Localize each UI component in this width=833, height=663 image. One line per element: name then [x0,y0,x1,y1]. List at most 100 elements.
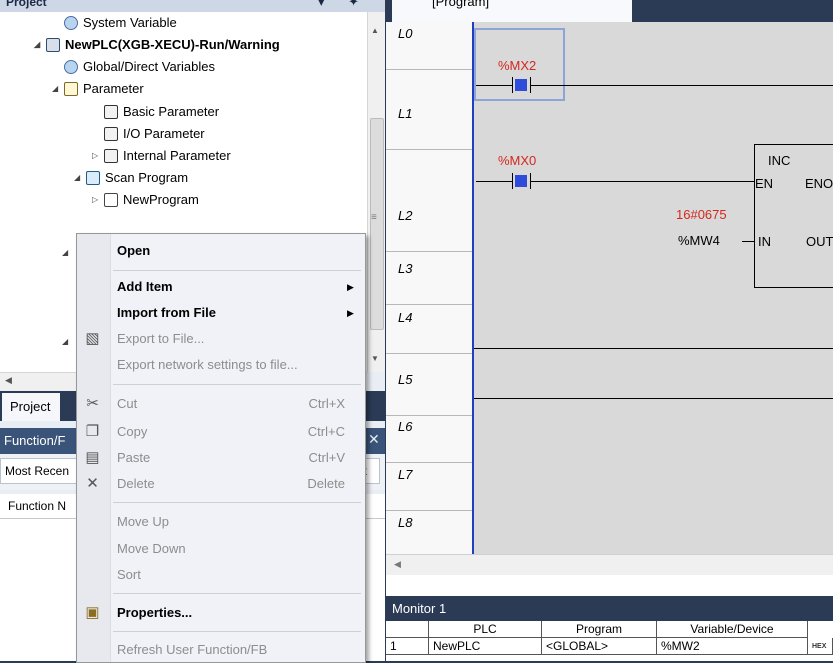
pin-eno: ENO [805,176,833,191]
scissors-icon: ✂ [86,395,99,412]
wire [531,181,754,182]
tree-item-label: Internal Parameter [123,148,231,163]
tree-item-internal-parameter[interactable]: ▷ Internal Parameter [92,145,231,167]
monitor-titlebar: Monitor 1 [386,598,833,620]
tree-item-label: System Variable [83,15,177,30]
row-header[interactable]: L8 [386,511,472,559]
column-variable-device[interactable]: Variable/Device [657,621,808,638]
tree-item-new-program[interactable]: ▷ NewProgram [92,189,199,211]
input-variable[interactable]: %MW4 [678,233,720,248]
normally-open-contact-icon[interactable] [515,79,527,91]
tree-item-parameter[interactable]: ◢ Parameter [52,78,144,100]
menu-item-paste[interactable]: ▤ Paste Ctrl+V [77,445,365,471]
tree-item-basic-parameter[interactable]: Basic Parameter [104,101,219,123]
tree-item-label: Scan Program [105,170,189,185]
scroll-left-icon[interactable]: ◀ [394,559,401,570]
contact-variable-l1[interactable]: %MX0 [498,153,536,168]
menu-item-delete[interactable]: ✕ Delete Delete [77,471,365,497]
plc-icon [46,37,60,52]
parameter-icon [64,81,78,96]
menu-item-move-down[interactable]: Move Down [77,536,365,562]
contact-variable-l0[interactable]: %MX2 [498,58,536,73]
panel-window-controls[interactable]: ▾ ✦ × [318,0,385,12]
tree-vertical-scrollbar[interactable]: ▲ ≡ ▼ [367,12,385,372]
collapse-arrow-icon[interactable]: ◢ [62,337,68,346]
tree-item-system-variable[interactable]: System Variable [64,12,177,34]
tab-most-recent[interactable]: Most Recen [0,458,80,484]
menu-item-label: Export network settings to file... [117,357,298,372]
wire [476,181,512,182]
delete-icon: ✕ [86,475,99,492]
tree-item-label: Global/Direct Variables [83,59,215,74]
copy-icon: ❐ [85,423,100,440]
tree-item-global-variables[interactable]: Global/Direct Variables [64,56,215,78]
row-header[interactable]: L3 [386,257,472,305]
collapse-arrow-icon[interactable]: ◢ [74,167,80,189]
menu-item-add-item[interactable]: Add Item ▶ [77,274,365,300]
row-header[interactable]: L6 [386,415,472,463]
contact-bar [512,173,513,189]
collapse-arrow-icon[interactable]: ◢ [52,78,58,100]
context-menu: Open Add Item ▶ Import from File ▶ ▧ Exp… [76,233,366,663]
hex-format-icon[interactable]: HEX [808,638,833,655]
tab-project[interactable]: Project [2,393,60,421]
menu-item-properties[interactable]: ▣ Properties... [77,600,365,626]
tree-item-label: I/O Parameter [123,126,205,141]
menu-item-label: Copy [117,424,148,439]
expand-arrow-icon[interactable]: ▷ [92,145,98,167]
row-header[interactable]: L1 [386,102,472,150]
menu-item-label: Import from File [117,305,216,320]
scroll-down-icon[interactable]: ▼ [371,354,379,363]
tree-item-label: NewPLC(XGB-XECU)-Run/Warning [65,37,280,52]
scroll-up-icon[interactable]: ▲ [371,26,379,35]
system-variable-icon [64,15,78,30]
row-header[interactable]: L2 [386,204,472,252]
row-header[interactable]: L0 [386,22,472,70]
cell-variable[interactable]: %MW2 [657,638,808,655]
row-header[interactable]: L5 [386,368,472,416]
rung-row-headers: L0 L1 L2 L3 L4 L5 L6 L7 L8 [386,22,474,574]
wire [742,241,754,242]
properties-icon: ▣ [85,604,100,621]
internal-parameter-icon [104,148,118,163]
tree-item-scan-program[interactable]: ◢ Scan Program [74,167,189,189]
row-label: L7 [398,467,413,482]
row-header[interactable]: L4 [386,306,472,354]
menu-item-cut[interactable]: ✂ Cut Ctrl+X [77,391,365,417]
basic-parameter-icon [104,104,118,119]
collapse-arrow-icon[interactable]: ◢ [62,248,68,257]
scrollbar-grip-icon: ≡ [371,212,377,223]
ladder-horizontal-scrollbar[interactable]: ◀ [386,554,833,575]
normally-open-contact-icon[interactable] [515,175,527,187]
cell-program[interactable]: <GLOBAL> [542,638,657,655]
ladder-canvas[interactable]: L0 L1 L2 L3 L4 L5 L6 L7 L8 %MX2 %MX0 INC… [386,22,833,574]
menu-item-open[interactable]: Open [77,238,365,264]
menu-item-move-up[interactable]: Move Up [77,509,365,535]
column-function-name[interactable]: Function N [8,499,66,513]
inc-function-block[interactable] [754,144,833,288]
tree-item-io-parameter[interactable]: I/O Parameter [104,123,205,145]
menu-item-copy[interactable]: ❐ Copy Ctrl+C [77,419,365,445]
close-icon[interactable]: ✕ [368,431,380,448]
menu-item-refresh-user-function[interactable]: Refresh User Function/FB [77,637,365,663]
menu-item-export-to-file[interactable]: ▧ Export to File... [77,326,365,352]
row-header[interactable]: L7 [386,463,472,511]
pin-in: IN [758,234,771,249]
menu-item-export-network-settings[interactable]: Export network settings to file... [77,352,365,378]
scrollbar-thumb[interactable] [370,118,384,330]
scroll-left-icon[interactable]: ◀ [5,375,12,386]
cell-plc[interactable]: NewPLC [429,638,542,655]
menu-item-label: Sort [117,567,141,582]
menu-item-sort[interactable]: Sort [77,562,365,588]
row-label: L3 [398,261,413,276]
menu-item-label: Properties... [117,605,193,620]
column-program[interactable]: Program [542,621,657,638]
tab-program[interactable]: [Program] [392,0,632,22]
menu-item-import-from-file[interactable]: Import from File ▶ [77,300,365,326]
constant-value[interactable]: 16#0675 [676,207,727,222]
collapse-arrow-icon[interactable]: ◢ [34,34,40,56]
expand-arrow-icon[interactable]: ▷ [92,189,98,211]
tree-item-plc[interactable]: ◢ NewPLC(XGB-XECU)-Run/Warning [34,34,280,56]
monitor-table[interactable]: PLC Program Variable/Device 1 NewPLC <GL… [386,621,833,661]
column-plc[interactable]: PLC [429,621,542,638]
